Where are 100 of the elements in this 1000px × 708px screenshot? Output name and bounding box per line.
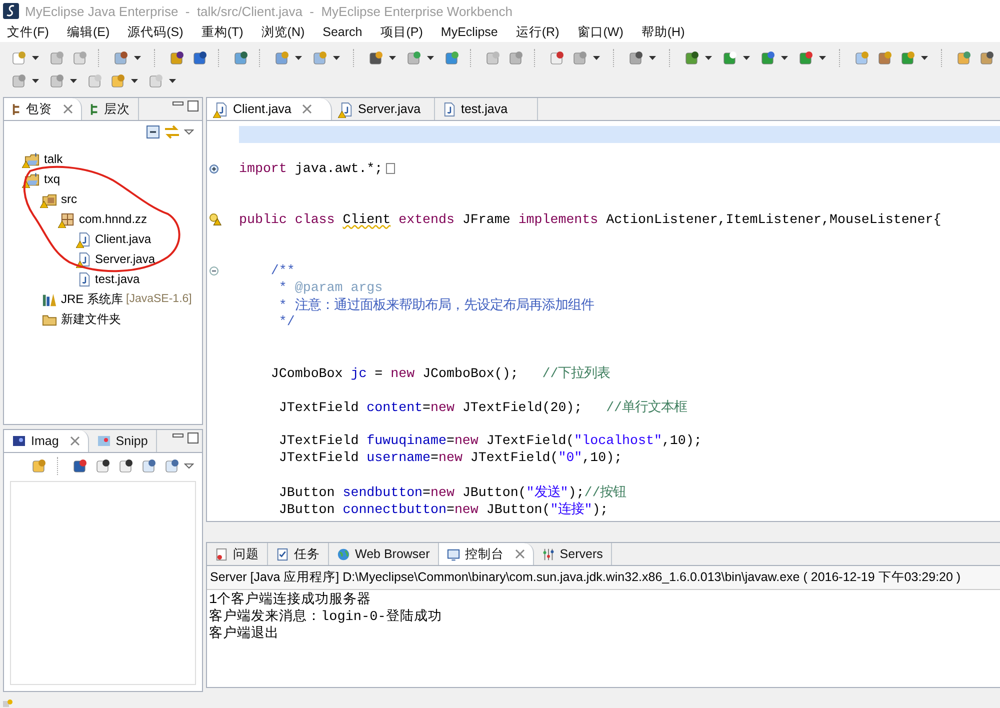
code-line: JButton sendbutton=new JButton("发送");//按钮 [278,484,626,500]
view-tab[interactable]: 任务 [268,543,329,565]
code-line: JButton connectbutton=new JButton("连接"); [278,500,608,518]
caret-icon[interactable] [131,78,138,82]
menu-item[interactable]: 编辑(E) [66,24,110,40]
java-file-icon [340,102,353,116]
code-line: import java.awt.*; [239,161,383,176]
caret-icon[interactable] [649,56,656,60]
view-tab[interactable]: Snipp [88,430,157,452]
close-icon[interactable] [70,436,80,446]
code-line: JTextField username=new JTextField("0",10); [278,450,622,465]
editor-tab[interactable]: Client.java [207,98,332,120]
menu-item[interactable]: 文件(F) [7,24,49,40]
view-tab[interactable]: 问题 [207,543,268,565]
tree-item[interactable]: txq [44,172,60,186]
code-line: /** [270,263,295,278]
tree-item[interactable]: Server.java [95,252,156,266]
window-title: MyEclipse Java Enterprise - talk/src/Client.java - MyEclipse Enterprise Workbench [25,4,512,18]
tasks-icon [276,548,289,560]
collapse-icon[interactable] [209,266,219,276]
code-line: JTextField content=new JTextField(20); //单行文本框 [278,398,688,416]
tree-item[interactable]: talk [44,152,63,166]
project-folder-icon [24,172,40,186]
java-file-icon [78,252,91,266]
menu-item[interactable]: 项目(P) [380,24,423,40]
tree-item[interactable]: 新建文件夹 [61,310,121,328]
caret-icon[interactable] [743,56,750,60]
tree-item[interactable]: test.java [95,272,140,286]
menu-item[interactable]: 重构(T) [201,24,244,40]
close-icon[interactable] [302,104,312,114]
tree-item[interactable]: src [61,192,77,206]
tree-item-note: [JavaSE-1.6] [126,293,192,305]
snippet-icon [96,434,111,448]
menu-item[interactable]: 帮助(H) [641,24,685,40]
caret-icon[interactable] [921,56,928,60]
tab-label: 层次 [104,100,130,118]
tree-item[interactable]: com.hnnd.zz [79,212,148,226]
tab-label: 包资 [26,100,52,118]
console-header: Server [Java 应用程序] D:\Myeclipse\Common\binary\com.sun.java.jdk.win32.x86_1.6.0.013\bin\javaw.exe ( 2016-12-19 下午03:29:20 ) [207,566,1000,590]
menu-item[interactable]: Search [322,25,362,39]
code-line: * 注意：通过面板来帮助布局，先设定布局再添加组件 [278,296,594,314]
maximize-icon[interactable] [187,100,199,112]
tab-label: Imag [31,434,59,448]
close-icon[interactable] [63,104,73,114]
java-file-icon [78,272,91,286]
tab-label: Servers [560,547,603,561]
menu-item[interactable]: 窗口(W) [577,24,624,40]
source-folder-icon [42,192,57,206]
caret-icon[interactable] [295,56,302,60]
editor-tab[interactable]: test.java [435,98,538,120]
caret-icon[interactable] [427,56,434,60]
tab-label: Snipp [116,434,148,448]
expand-icon[interactable] [209,164,219,174]
books-icon [42,292,57,306]
caret-icon[interactable] [819,56,826,60]
caret-icon[interactable] [32,56,39,60]
java-file-icon [443,102,456,116]
folded-code-icon[interactable] [386,163,395,174]
view-tab[interactable]: Web Browser [329,543,439,565]
tab-label: 控制台 [464,546,504,562]
tab-label: Web Browser [355,547,430,561]
tab-label: Server.java [358,102,421,116]
view-tab[interactable]: Servers [534,543,612,565]
console-output-line: 1个客户端连接成功服务器 [209,592,372,608]
view-tab[interactable]: 控制台 [438,543,534,565]
console-icon [446,548,460,560]
tab-label: Client.java [233,102,292,116]
code-line: public class Client extends JFrame implements ActionListener,ItemListener,MouseListener{ [239,212,942,227]
tab-label: 任务 [294,546,320,562]
caret-icon[interactable] [333,56,340,60]
tab-label: test.java [461,102,508,116]
view-tab[interactable]: 包资 [4,98,82,120]
maximize-icon[interactable] [187,432,199,444]
console-output-line: 客户端退出 [209,626,280,643]
view-menu-icon[interactable] [184,129,194,135]
tree-item[interactable]: JRE 系统库 [61,290,124,308]
menu-item[interactable]: 浏览(N) [261,24,305,40]
collapse-all-icon[interactable] [146,125,160,139]
menu-item[interactable]: MyEclipse [440,25,498,39]
caret-icon[interactable] [169,78,176,82]
menu-item[interactable]: 源代码(S) [128,24,184,40]
menu-item[interactable]: 运行(R) [516,24,560,40]
code-line: JComboBox jc = new JComboBox(); //下拉列表 [270,364,610,382]
caret-icon[interactable] [32,78,39,82]
app-logo-icon [3,3,19,19]
image-icon [12,434,26,448]
project-folder-icon [24,152,40,166]
view-menu-icon[interactable] [184,463,194,469]
editor-tab[interactable]: Server.java [332,98,435,120]
caret-icon[interactable] [781,56,788,60]
caret-icon[interactable] [134,56,141,60]
caret-icon[interactable] [70,78,77,82]
view-tab[interactable]: Imag [4,430,89,452]
servers-icon [542,548,555,560]
view-tab[interactable]: 层次 [82,98,139,120]
tree-item[interactable]: Client.java [95,232,152,246]
caret-icon[interactable] [389,56,396,60]
close-icon[interactable] [514,549,525,559]
caret-icon[interactable] [593,56,600,60]
caret-icon[interactable] [705,56,712,60]
